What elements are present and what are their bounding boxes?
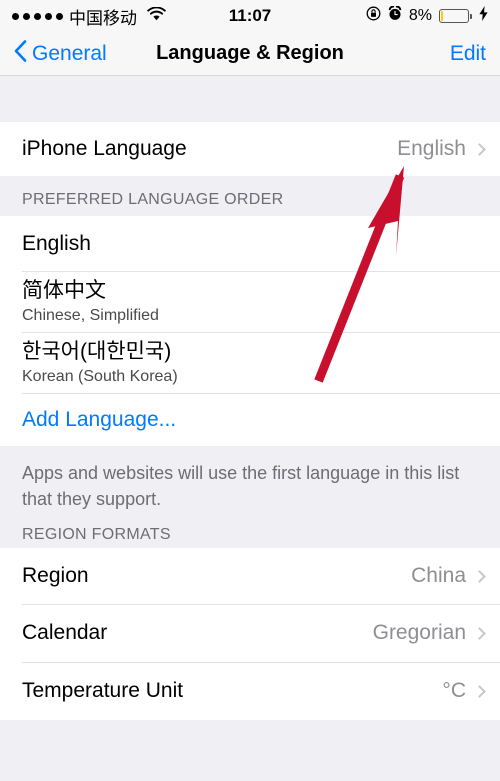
wifi-icon (147, 6, 166, 26)
status-bar-left: 中国移动 (12, 4, 166, 29)
chevron-right-icon (473, 684, 486, 698)
row-label: 简体中文 (22, 279, 106, 302)
iphone-settings-screen: 中国移动 11:07 8% General Language & Region … (0, 0, 500, 781)
row-label: Region (22, 564, 89, 587)
row-value: Gregorian (372, 621, 466, 644)
status-bar-right: 8% (366, 5, 488, 26)
row-label: English (22, 231, 91, 255)
back-button-label: General (32, 41, 107, 65)
chevron-right-icon (473, 569, 486, 583)
row-value: English (397, 137, 466, 160)
list-item-language-korean[interactable]: 한국어(대한민국) Korean (South Korea) (0, 332, 500, 393)
add-language-button[interactable]: Add Language... (0, 393, 500, 446)
signal-strength-dots-icon (12, 12, 63, 20)
section-header-region-formats: REGION FORMATS (0, 512, 500, 548)
list-item-language-english[interactable]: English (0, 216, 500, 271)
rotation-lock-icon (366, 6, 381, 26)
row-value: °C (442, 679, 466, 702)
row-value: China (411, 564, 466, 587)
add-language-label: Add Language... (22, 407, 177, 431)
row-iphone-language[interactable]: iPhone Language English (0, 122, 500, 176)
section-gap-top (0, 76, 500, 122)
iphone-language-section: iPhone Language English (0, 122, 500, 176)
row-label: iPhone Language (22, 137, 187, 160)
carrier-name: 中国移动 (69, 8, 137, 28)
row-region[interactable]: Region China (0, 548, 500, 604)
row-calendar[interactable]: Calendar Gregorian (0, 604, 500, 662)
preferred-language-section: English 简体中文 Chinese, Simplified 한국어(대한민… (0, 216, 500, 446)
battery-icon (439, 9, 472, 23)
region-formats-section: Region China Calendar Gregorian Temperat… (0, 548, 500, 720)
row-sublabel: Chinese, Simplified (22, 307, 159, 324)
battery-percentage: 8% (408, 7, 432, 24)
chevron-right-icon (473, 142, 486, 156)
row-label: 한국어(대한민국) (22, 340, 172, 363)
lightning-bolt-icon (479, 6, 488, 26)
back-button-general[interactable]: General (14, 39, 107, 68)
row-label: Calendar (22, 621, 108, 644)
section-header-preferred-language-order: PREFERRED LANGUAGE ORDER (0, 176, 500, 216)
list-item-language-chinese[interactable]: 简体中文 Chinese, Simplified (0, 271, 500, 332)
edit-button[interactable]: Edit (450, 42, 486, 66)
chevron-left-icon (14, 39, 27, 68)
row-temperature-unit[interactable]: Temperature Unit °C (0, 662, 500, 720)
row-sublabel: Korean (South Korea) (22, 368, 178, 385)
chevron-right-icon (473, 626, 486, 640)
row-label: Temperature Unit (22, 679, 184, 702)
status-bar: 中国移动 11:07 8% (0, 0, 500, 32)
preferred-language-footer-text: Apps and websites will use the first lan… (0, 446, 500, 512)
navigation-bar: General Language & Region Edit (0, 32, 500, 76)
alarm-clock-icon (388, 5, 402, 26)
